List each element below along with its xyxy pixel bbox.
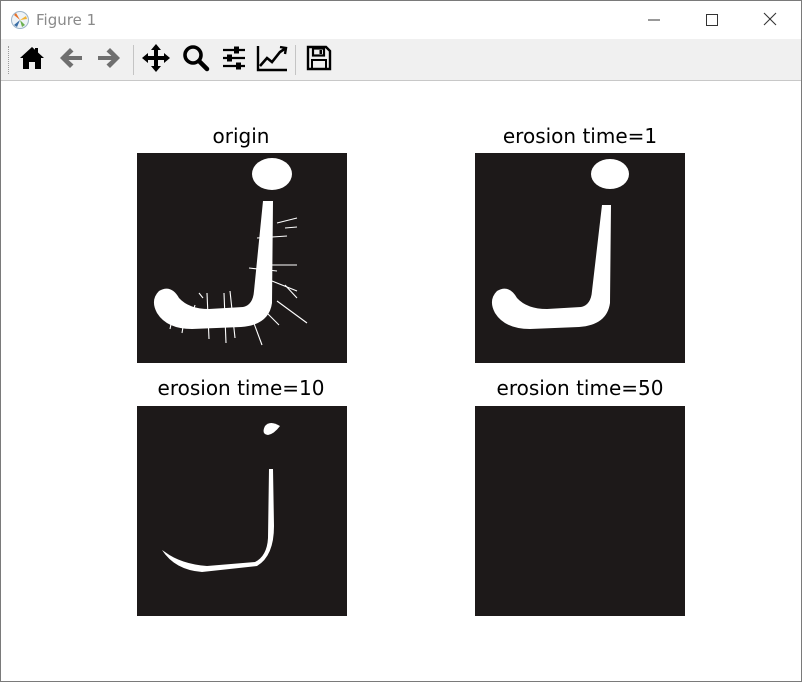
zoom-icon (182, 44, 210, 76)
configure-subplots-icon (220, 44, 248, 76)
close-button[interactable] (741, 1, 799, 39)
minimize-button[interactable] (625, 1, 683, 39)
pan-icon (141, 43, 171, 77)
maximize-button[interactable] (683, 1, 741, 39)
toolbar-grip[interactable] (8, 46, 11, 74)
edit-axis-icon (256, 44, 288, 76)
forward-button[interactable] (92, 43, 126, 77)
navigation-toolbar (1, 39, 801, 81)
home-button[interactable] (15, 43, 49, 77)
save-button[interactable] (302, 43, 336, 77)
figure-window: Figure 1 origin erosion time=1 erosion t… (0, 0, 802, 682)
maximize-icon (706, 11, 718, 30)
title-bar[interactable]: Figure 1 (1, 1, 801, 39)
save-icon (305, 44, 333, 76)
back-button[interactable] (54, 43, 88, 77)
back-arrow-icon (57, 44, 85, 76)
configure-subplots-button[interactable] (217, 43, 251, 77)
subplot-title-erosion-10: erosion time=10 (157, 376, 325, 400)
image-erosion-1[interactable] (475, 153, 685, 363)
subplot-title-erosion-50: erosion time=50 (496, 376, 664, 400)
edit-axis-button[interactable] (255, 43, 289, 77)
image-origin[interactable] (137, 153, 347, 363)
zoom-button[interactable] (179, 43, 213, 77)
pan-button[interactable] (139, 43, 173, 77)
window-title: Figure 1 (36, 11, 97, 29)
home-icon (18, 44, 46, 76)
subplot-title-origin: origin (212, 124, 270, 148)
minimize-icon (648, 11, 660, 30)
figure-canvas[interactable]: origin erosion time=1 erosion time=10 er… (1, 81, 801, 681)
subplot-title-erosion-1: erosion time=1 (502, 124, 658, 148)
image-erosion-50[interactable] (475, 406, 685, 616)
toolbar-separator (295, 45, 296, 75)
forward-arrow-icon (95, 44, 123, 76)
matplotlib-icon (10, 10, 30, 30)
image-erosion-10[interactable] (137, 406, 347, 616)
toolbar-separator (133, 45, 134, 75)
close-icon (763, 11, 777, 30)
